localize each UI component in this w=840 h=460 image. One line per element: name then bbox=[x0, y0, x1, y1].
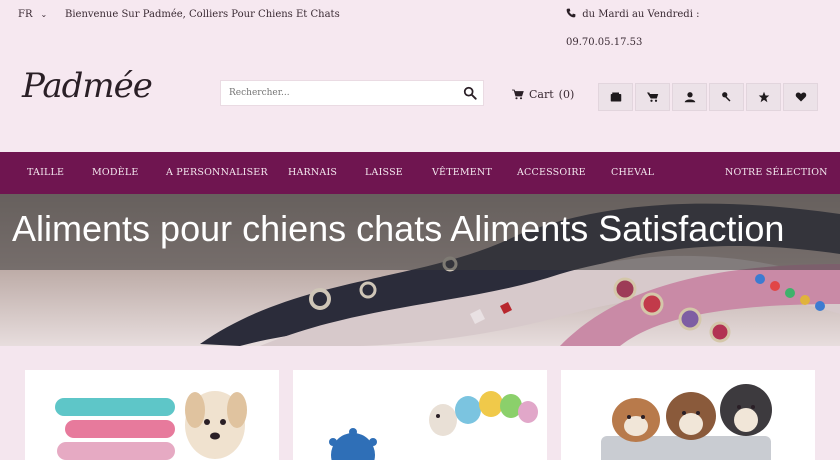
cart-label: Cart bbox=[529, 88, 554, 101]
nav-item-accessoire[interactable]: ACCESSOIRE bbox=[517, 167, 586, 178]
phone-icon bbox=[566, 8, 576, 18]
cart-link[interactable]: Cart (0) bbox=[512, 88, 574, 101]
opening-hours: du Mardi au Vendredi : bbox=[566, 8, 699, 20]
product-card[interactable] bbox=[25, 370, 279, 460]
nav-item-cheval[interactable]: CHEVAL bbox=[611, 167, 654, 178]
product-image-collars-puppy bbox=[25, 370, 279, 460]
heart-icon bbox=[795, 92, 806, 102]
language-selector[interactable]: FR ⌄ bbox=[18, 9, 47, 20]
product-image-dog-toys bbox=[293, 370, 547, 460]
user-button[interactable] bbox=[672, 83, 707, 111]
wallet-icon bbox=[610, 92, 621, 102]
hero-title: Aliments pour chiens chats Aliments Sati… bbox=[12, 208, 785, 249]
search-icon[interactable] bbox=[463, 86, 477, 100]
star-icon bbox=[758, 91, 769, 103]
product-card[interactable] bbox=[561, 370, 815, 460]
nav-item-vetement[interactable]: VÊTEMENT bbox=[432, 167, 492, 178]
cart-icon bbox=[646, 92, 658, 102]
product-card[interactable] bbox=[293, 370, 547, 460]
welcome-text: Bienvenue Sur Padmée, Colliers Pour Chie… bbox=[65, 9, 340, 20]
nav-item-notre-selection[interactable]: NOTRE SÉLECTION bbox=[725, 167, 828, 178]
key-button[interactable] bbox=[709, 83, 744, 111]
nav-item-modele[interactable]: MODÈLE bbox=[92, 167, 139, 178]
wallet-button[interactable] bbox=[598, 83, 633, 111]
cart-button[interactable] bbox=[635, 83, 670, 111]
search-box bbox=[220, 80, 484, 106]
main-navigation: TAILLE MODÈLE A PERSONNALISER HARNAIS LA… bbox=[0, 152, 840, 194]
cart-count: (0) bbox=[558, 88, 575, 101]
account-icon-bar bbox=[598, 83, 818, 111]
site-logo[interactable]: Padmée bbox=[22, 66, 153, 106]
product-image-puppies bbox=[561, 370, 815, 460]
nav-item-laisse[interactable]: LAISSE bbox=[365, 167, 403, 178]
phone-number[interactable]: 09.70.05.17.53 bbox=[566, 37, 642, 48]
user-icon bbox=[684, 92, 695, 103]
products-row bbox=[0, 346, 840, 460]
language-label: FR bbox=[18, 9, 33, 20]
favorites-button[interactable] bbox=[746, 83, 781, 111]
top-bar: FR ⌄ Bienvenue Sur Padmée, Colliers Pour… bbox=[0, 0, 840, 60]
cart-icon bbox=[512, 89, 524, 100]
nav-item-taille[interactable]: TAILLE bbox=[27, 167, 64, 178]
hero-banner: Aliments pour chiens chats Aliments Sati… bbox=[0, 194, 840, 346]
chevron-down-icon: ⌄ bbox=[40, 10, 48, 19]
key-icon bbox=[721, 92, 730, 102]
search-input[interactable] bbox=[221, 88, 451, 98]
nav-item-harnais[interactable]: HARNAIS bbox=[288, 167, 337, 178]
opening-hours-label: du Mardi au Vendredi : bbox=[582, 9, 700, 20]
wishlist-button[interactable] bbox=[783, 83, 818, 111]
nav-item-a-personnaliser[interactable]: A PERSONNALISER bbox=[166, 167, 268, 178]
